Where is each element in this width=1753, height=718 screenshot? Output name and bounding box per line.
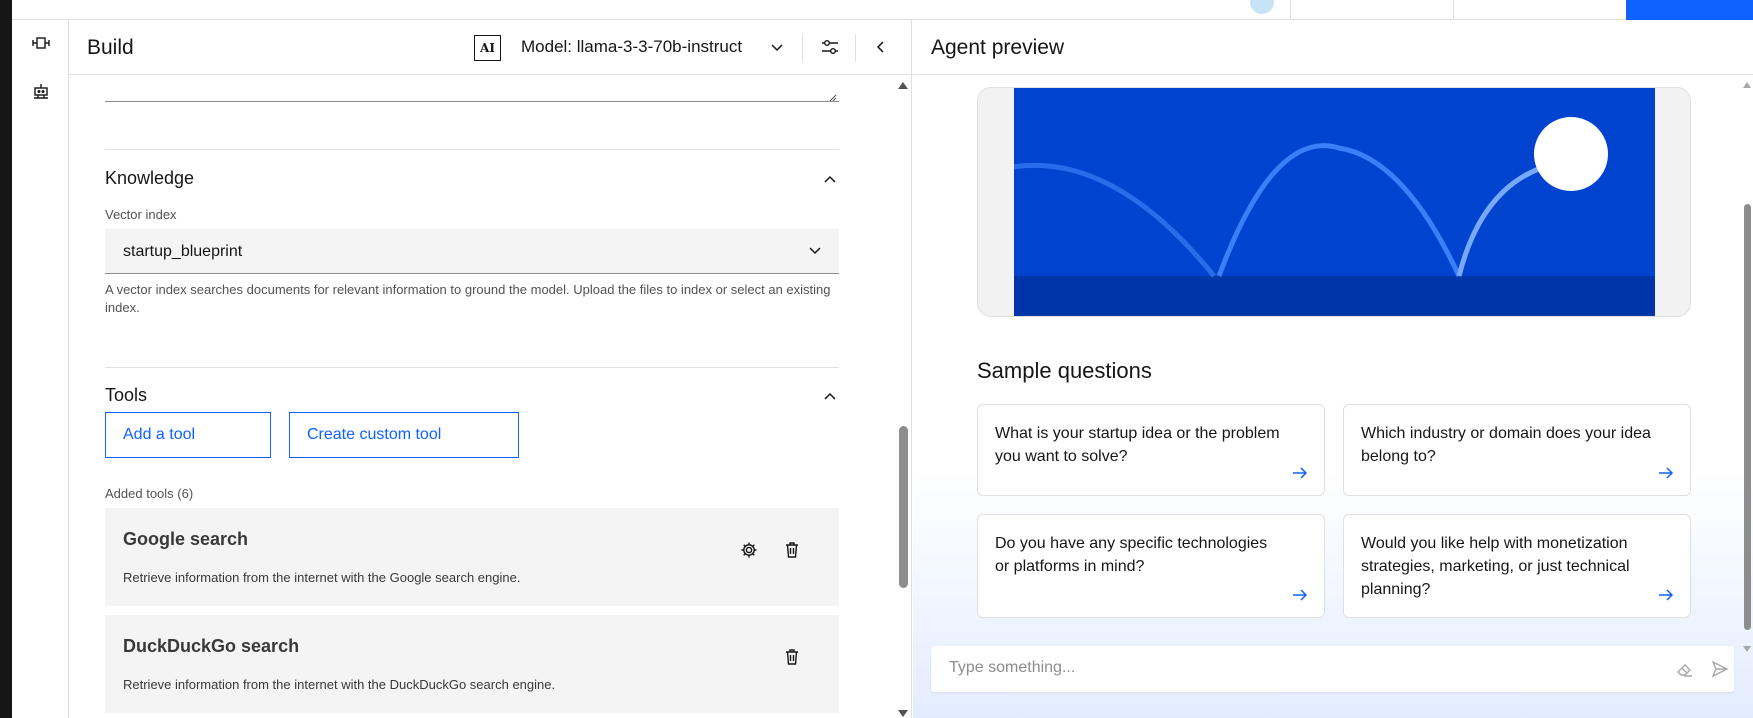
window-edge xyxy=(0,0,12,718)
sample-question-card[interactable]: Which industry or domain does your idea … xyxy=(1343,404,1691,496)
added-tools-label: Added tools (6) xyxy=(105,486,194,501)
vector-index-helper: A vector index searches documents for re… xyxy=(105,282,831,315)
sample-question-text: Which industry or domain does your idea … xyxy=(1361,425,1651,465)
tool-description: Retrieve information from the internet w… xyxy=(123,570,521,585)
tools-title: Tools xyxy=(105,385,148,405)
vector-index-label: Vector index xyxy=(105,207,177,222)
scroll-down-icon[interactable] xyxy=(898,710,908,717)
robot-icon[interactable] xyxy=(30,80,52,102)
scrollbar-thumb[interactable] xyxy=(899,426,908,588)
chevron-down-icon xyxy=(805,241,825,261)
chevron-up-icon[interactable] xyxy=(820,169,840,189)
arrow-right-icon xyxy=(1290,463,1310,483)
build-title: Build xyxy=(87,36,134,59)
top-bar-remnant xyxy=(12,0,1753,20)
tool-card: DuckDuckGo search Retrieve information f… xyxy=(105,615,839,713)
create-custom-tool-button[interactable]: Create custom tool xyxy=(289,412,519,458)
eraser-icon[interactable] xyxy=(1675,659,1695,679)
sample-question-text: What is your startup idea or the problem… xyxy=(995,425,1280,465)
scrollbar-thumb[interactable] xyxy=(1744,204,1751,630)
preview-title: Agent preview xyxy=(931,36,1065,59)
build-scrollbar[interactable] xyxy=(896,75,910,718)
agent-flow-icon[interactable] xyxy=(30,32,52,54)
ai-badge: AI xyxy=(474,35,501,61)
knowledge-title: Knowledge xyxy=(105,168,195,188)
sample-question-text: Would you like help with monetization st… xyxy=(1361,535,1630,598)
preview-header: Agent preview xyxy=(913,20,1753,75)
chevron-up-icon[interactable] xyxy=(820,386,840,406)
chat-input[interactable]: Type something... xyxy=(931,646,1734,692)
add-tool-button[interactable]: Add a tool xyxy=(105,412,271,458)
side-rail xyxy=(12,20,69,718)
build-panel: Build AI Model: llama-3-3-70b-instruct K… xyxy=(69,20,912,718)
tool-description: Retrieve information from the internet w… xyxy=(123,677,556,692)
tool-name: Google search xyxy=(123,529,249,549)
model-selector-label[interactable]: Model: llama-3-3-70b-instruct xyxy=(521,37,742,57)
primary-action-button[interactable] xyxy=(1626,0,1753,20)
scroll-up-icon[interactable] xyxy=(898,82,908,89)
arrow-right-icon xyxy=(1656,463,1676,483)
hero-illustration xyxy=(977,87,1691,317)
scroll-down-icon[interactable] xyxy=(1743,646,1751,652)
settings-sliders-icon[interactable] xyxy=(818,35,842,59)
agent-preview-panel: Agent preview Sample questions What is y… xyxy=(913,20,1753,718)
build-header: Build AI Model: llama-3-3-70b-instruct xyxy=(69,20,912,75)
sample-question-card[interactable]: Do you have any specific technologies or… xyxy=(977,514,1325,618)
sample-question-text: Do you have any specific technologies or… xyxy=(995,535,1268,575)
send-icon[interactable] xyxy=(1710,659,1730,679)
tool-card: Google search Retrieve information from … xyxy=(105,508,839,606)
app-window: Build AI Model: llama-3-3-70b-instruct K… xyxy=(0,0,1753,718)
trash-icon[interactable] xyxy=(782,647,802,667)
chevron-down-icon[interactable] xyxy=(767,38,787,58)
sample-questions-title: Sample questions xyxy=(977,358,1152,383)
sample-question-card[interactable]: Would you like help with monetization st… xyxy=(1343,514,1691,618)
gear-icon[interactable] xyxy=(739,540,759,560)
chat-input-placeholder: Type something... xyxy=(949,659,1076,676)
instructions-textarea[interactable] xyxy=(105,75,839,102)
user-avatar[interactable] xyxy=(1250,0,1274,14)
preview-scrollbar[interactable] xyxy=(1741,80,1753,660)
arrow-right-icon xyxy=(1290,585,1310,605)
scroll-up-icon[interactable] xyxy=(1743,82,1751,88)
resize-handle-icon[interactable] xyxy=(827,89,837,102)
vector-index-select[interactable]: startup_blueprint xyxy=(105,229,839,274)
chevron-left-icon[interactable] xyxy=(870,35,892,59)
trash-icon[interactable] xyxy=(782,540,802,560)
build-content: Knowledge Vector index startup_blueprint… xyxy=(69,75,912,718)
arrow-right-icon xyxy=(1656,585,1676,605)
vector-index-value: startup_blueprint xyxy=(123,243,243,260)
tool-name: DuckDuckGo search xyxy=(123,636,300,656)
sample-question-card[interactable]: What is your startup idea or the problem… xyxy=(977,404,1325,496)
